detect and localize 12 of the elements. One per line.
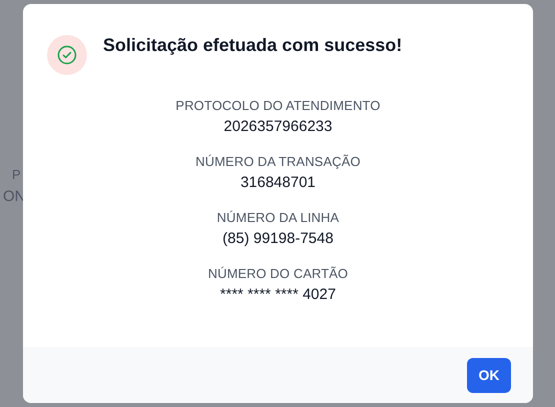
field-label: NÚMERO DO CARTÃO [208, 266, 348, 282]
field-value: **** **** **** 4027 [220, 285, 336, 304]
field-label: PROTOCOLO DO ATENDIMENTO [176, 98, 380, 114]
field-value: 2026357966233 [224, 117, 332, 136]
ok-button[interactable]: OK [467, 358, 511, 392]
field-label: NÚMERO DA TRANSAÇÃO [196, 154, 360, 170]
dialog-title: Solicitação efetuada com sucesso! [103, 34, 402, 57]
field-value: 316848701 [240, 173, 316, 192]
field-value: (85) 99198-7548 [222, 229, 334, 248]
success-icon [47, 35, 87, 75]
field-label: NÚMERO DA LINHA [216, 210, 340, 226]
background-label: P [12, 167, 21, 182]
